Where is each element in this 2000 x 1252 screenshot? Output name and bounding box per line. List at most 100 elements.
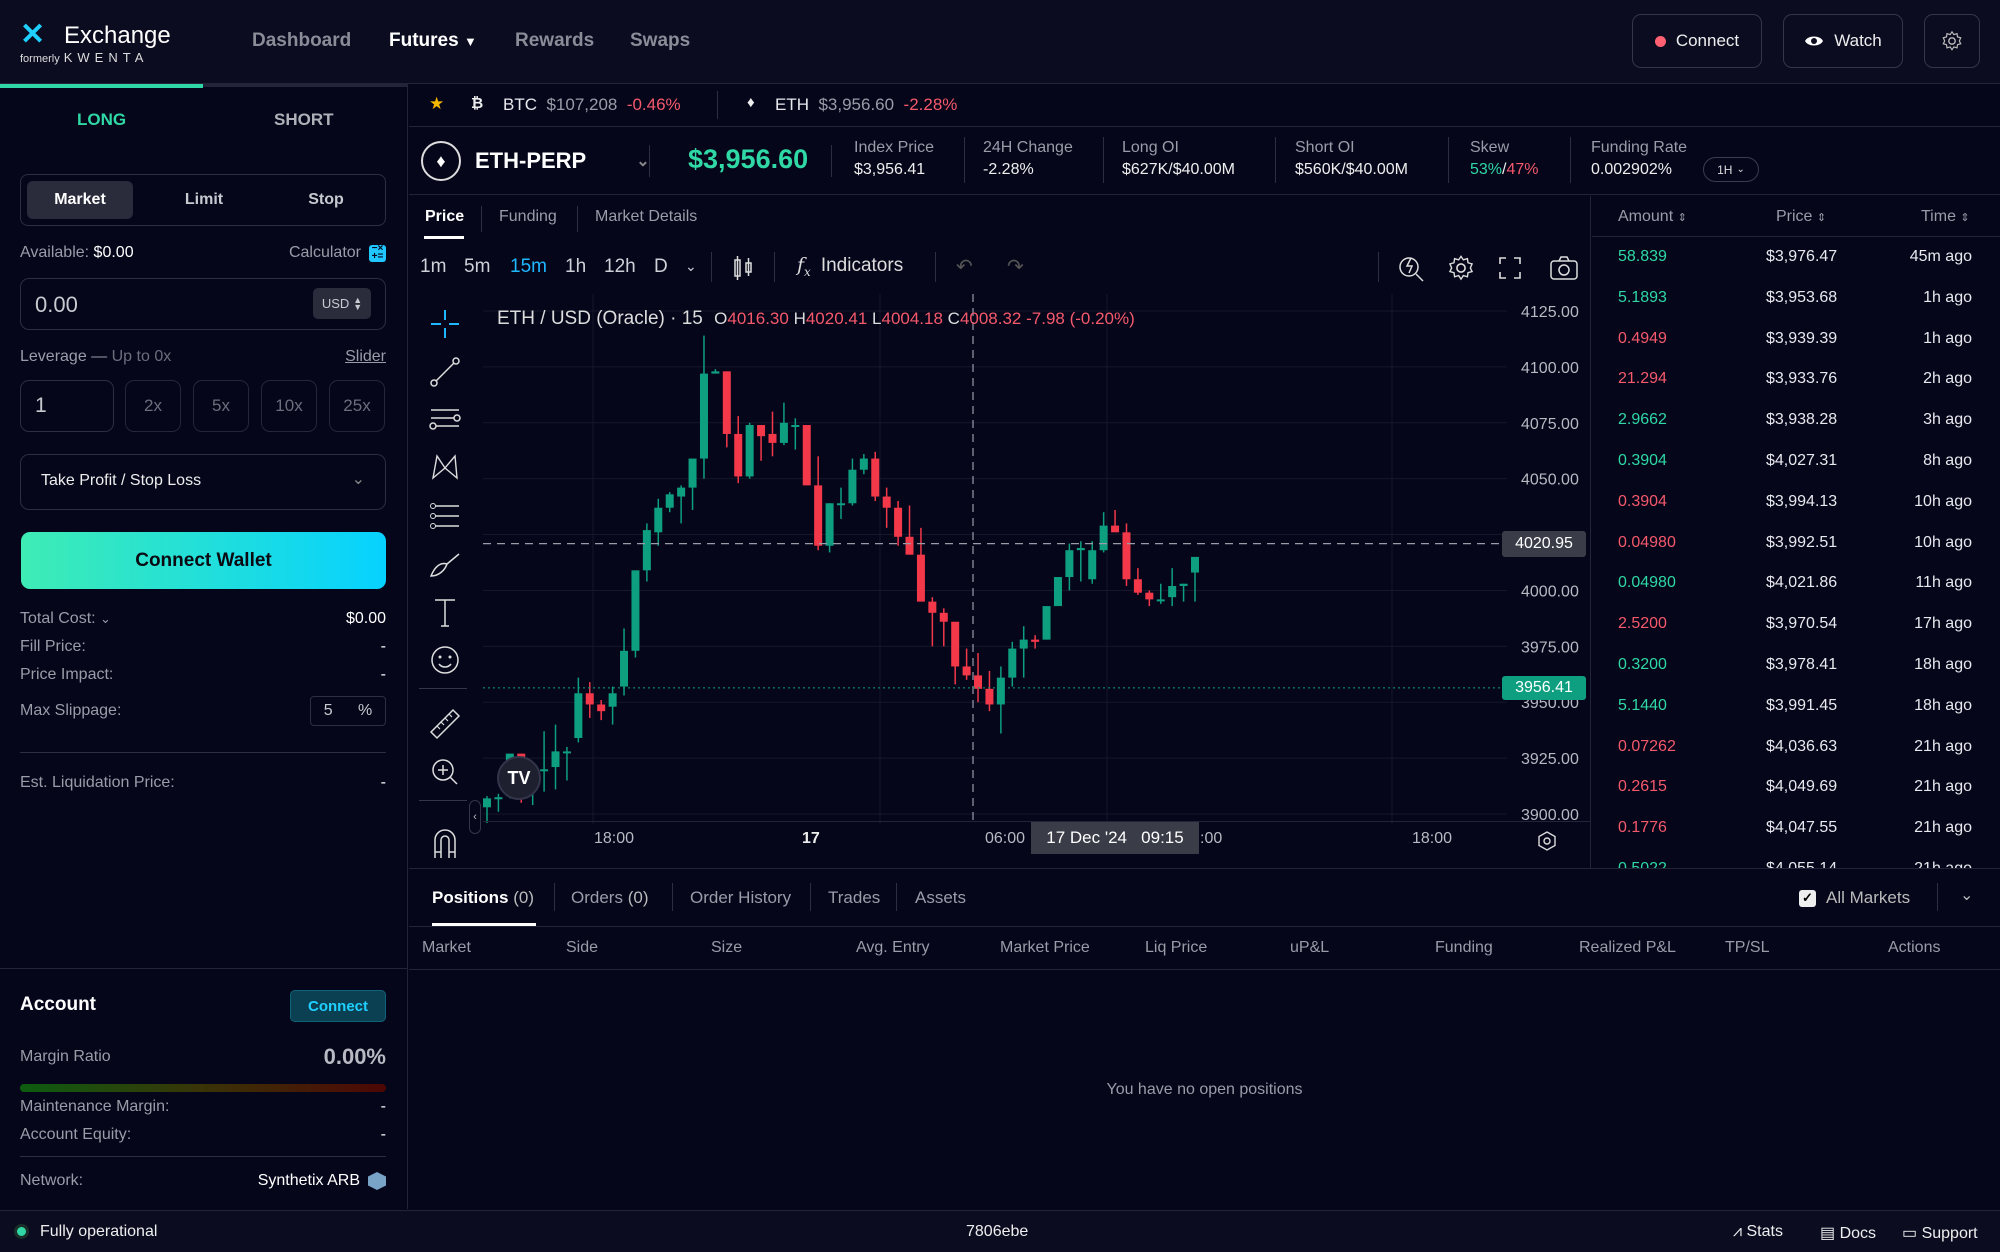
fib-retracement-icon[interactable] — [427, 498, 463, 534]
chart-tab-market-details[interactable]: Market Details — [595, 208, 697, 226]
tab-order-history[interactable]: Order History — [690, 888, 791, 908]
timeframe-d[interactable]: D — [654, 256, 668, 278]
divider — [1275, 137, 1276, 183]
y-tick-label: 4050.00 — [1521, 472, 1579, 489]
all-markets-checkbox[interactable]: ✓ All Markets — [1799, 888, 1910, 908]
market-selector[interactable]: ETH-PERP ⌄ — [475, 148, 650, 174]
horizontal-lines-icon[interactable] — [427, 402, 463, 438]
trade-amount: 0.5022 — [1618, 860, 1667, 868]
indicators-button[interactable]: fx Indicators — [797, 254, 903, 279]
total-cost-label[interactable]: Total Cost: ⌄ — [20, 610, 111, 628]
stats-link[interactable]: ⩘ Stats — [1733, 1223, 1783, 1241]
divider — [1937, 883, 1938, 911]
candle-down — [597, 704, 606, 712]
magnet-icon[interactable] — [427, 824, 463, 860]
trend-line-icon[interactable] — [427, 354, 463, 390]
trades-header-price[interactable]: Price ⇕ — [1776, 208, 1826, 226]
candle-down — [1122, 532, 1131, 580]
sort-icon: ⇕ — [1960, 212, 1970, 224]
nav-item-rewards[interactable]: Rewards — [515, 30, 594, 52]
watch-button[interactable]: Watch — [1783, 14, 1903, 68]
star-icon[interactable]: ★ — [429, 94, 444, 114]
settings-button[interactable] — [1924, 14, 1980, 68]
connect-button[interactable]: Connect — [1632, 14, 1762, 68]
collapse-toolbar-button[interactable]: ‹ — [469, 800, 481, 834]
ticker-btc[interactable]: BTC $107,208 -0.46% — [503, 95, 681, 115]
timeframe-15m[interactable]: 15m — [510, 256, 547, 278]
candle-down — [1111, 525, 1120, 533]
connect-wallet-button[interactable]: Connect Wallet — [21, 532, 386, 589]
tab-long[interactable]: LONG — [77, 110, 126, 130]
tradingview-logo-icon[interactable]: TV — [497, 756, 541, 800]
axis-settings-icon[interactable] — [1536, 830, 1558, 852]
candle-style-icon[interactable] — [732, 254, 754, 282]
tab-assets[interactable]: Assets — [915, 888, 966, 908]
trade-time: 10h ago — [1914, 492, 1972, 510]
order-type-market[interactable]: Market — [27, 181, 133, 219]
ticker-eth[interactable]: ETH $3,956.60 -2.28% — [775, 95, 957, 115]
nav-item-swaps[interactable]: Swaps — [630, 30, 690, 52]
timeframe-more-chevron-icon[interactable]: ⌄ — [685, 258, 697, 275]
leverage-preset-2x[interactable]: 2x — [125, 380, 181, 432]
account-connect-button[interactable]: Connect — [290, 990, 386, 1022]
tpsl-label: Take Profit / Stop Loss — [41, 472, 202, 489]
camera-screenshot-icon[interactable] — [1549, 254, 1579, 282]
leverage-preset-25x[interactable]: 25x — [329, 380, 385, 432]
tab-short[interactable]: SHORT — [274, 110, 334, 130]
trade-time: 1h ago — [1923, 329, 1972, 347]
docs-link[interactable]: ▤ Docs — [1820, 1223, 1876, 1243]
candle-up — [688, 458, 697, 488]
stat-long-oi: Long OI $627K/$40.00M — [1122, 139, 1235, 179]
currency-toggle[interactable]: USD ▲ ▼ — [313, 288, 371, 319]
ruler-icon[interactable] — [427, 706, 463, 742]
chevron-down-icon: ⌄ — [1736, 164, 1745, 175]
calculator-button[interactable]: Calculator −× += — [289, 243, 386, 262]
legend-close: 4008.32 — [959, 309, 1022, 328]
status-text[interactable]: Fully operational — [40, 1223, 157, 1241]
pattern-tool-icon[interactable] — [427, 450, 463, 486]
trade-time: 45m ago — [1909, 248, 1972, 265]
trades-header-time[interactable]: Time ⇕ — [1921, 208, 1970, 226]
nav-item-futures[interactable]: Futures ▼ — [389, 30, 477, 52]
nav-item-dashboard[interactable]: Dashboard — [252, 30, 351, 52]
timeframe-1m[interactable]: 1m — [420, 256, 446, 278]
tab-orders[interactable]: Orders (0) — [571, 888, 648, 908]
undo-icon[interactable]: ↶ — [956, 254, 973, 279]
fullscreen-icon[interactable] — [1498, 256, 1522, 280]
ticker-symbol: BTC — [503, 95, 537, 114]
timeframe-1h[interactable]: 1h — [565, 256, 586, 278]
candle-up — [791, 425, 800, 428]
trade-amount: 0.2615 — [1618, 778, 1667, 796]
timeframe-5m[interactable]: 5m — [464, 256, 490, 278]
tab-trades[interactable]: Trades — [828, 888, 880, 908]
slider-toggle-link[interactable]: Slider — [345, 348, 386, 366]
quick-search-icon[interactable] — [1396, 252, 1426, 284]
leverage-input[interactable]: 1 — [20, 380, 114, 432]
candlestick-chart[interactable]: 4125.00 4100.00 4075.00 4050.00 4000.00 3975.… — [483, 294, 1591, 868]
text-tool-icon[interactable] — [427, 594, 463, 630]
chart-tab-funding[interactable]: Funding — [499, 208, 557, 226]
chart-settings-gear-icon[interactable] — [1447, 254, 1475, 282]
chart-tab-price[interactable]: Price — [425, 208, 464, 226]
candle-up — [1065, 550, 1074, 578]
trades-header-amount[interactable]: Amount ⇕ — [1618, 208, 1687, 226]
order-type-stop[interactable]: Stop — [273, 181, 379, 219]
candle-down — [1031, 639, 1040, 642]
candle-up — [1042, 606, 1051, 640]
crosshair-icon[interactable] — [427, 306, 463, 342]
timeframe-12h[interactable]: 12h — [604, 256, 636, 278]
funding-period-select[interactable]: 1H ⌄ — [1703, 157, 1759, 182]
zoom-in-icon[interactable] — [427, 754, 463, 790]
amount-input[interactable]: 0.00 USD ▲ ▼ — [20, 278, 386, 330]
collapse-panel-icon[interactable]: ⌄ — [1960, 885, 1973, 905]
slippage-input[interactable]: 5% — [310, 696, 386, 726]
brush-icon[interactable] — [427, 546, 463, 582]
order-type-limit[interactable]: Limit — [151, 181, 257, 219]
tpsl-dropdown[interactable]: Take Profit / Stop Loss ⌄ — [20, 454, 386, 510]
support-link[interactable]: ▭ Support — [1902, 1223, 1978, 1243]
leverage-preset-10x[interactable]: 10x — [261, 380, 317, 432]
tab-positions[interactable]: Positions (0) — [432, 888, 534, 908]
emoji-icon[interactable] — [427, 642, 463, 678]
redo-icon[interactable]: ↷ — [1007, 254, 1024, 279]
leverage-preset-5x[interactable]: 5x — [193, 380, 249, 432]
